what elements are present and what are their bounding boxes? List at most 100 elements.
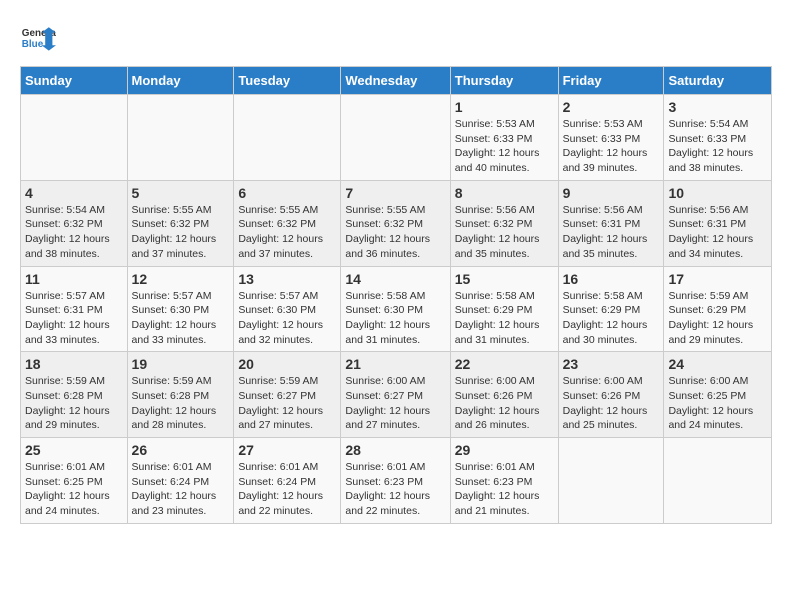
day-info: Sunrise: 5:59 AM Sunset: 6:29 PM Dayligh… [668,289,767,348]
logo: General Blue [20,20,56,56]
day-number: 24 [668,356,767,372]
day-info: Sunrise: 5:58 AM Sunset: 6:29 PM Dayligh… [455,289,554,348]
day-info: Sunrise: 5:56 AM Sunset: 6:31 PM Dayligh… [668,203,767,262]
day-info: Sunrise: 5:54 AM Sunset: 6:32 PM Dayligh… [25,203,123,262]
calendar-cell [127,95,234,181]
day-info: Sunrise: 5:57 AM Sunset: 6:30 PM Dayligh… [132,289,230,348]
calendar-cell: 27 Sunrise: 6:01 AM Sunset: 6:24 PM Dayli… [234,438,341,524]
day-info: Sunrise: 5:59 AM Sunset: 6:28 PM Dayligh… [25,374,123,433]
day-number: 7 [345,185,445,201]
day-number: 17 [668,271,767,287]
calendar-cell: 8 Sunrise: 5:56 AM Sunset: 6:32 PM Daylig… [450,180,558,266]
logo-icon: General Blue [20,20,56,56]
day-info: Sunrise: 6:01 AM Sunset: 6:25 PM Dayligh… [25,460,123,519]
calendar-cell: 25 Sunrise: 6:01 AM Sunset: 6:25 PM Dayli… [21,438,128,524]
day-info: Sunrise: 6:00 AM Sunset: 6:26 PM Dayligh… [563,374,660,433]
calendar-cell: 29Sunrise: 6:01 AM Sunset: 6:23 PM Dayli… [450,438,558,524]
calendar-cell: 17 Sunrise: 5:59 AM Sunset: 6:29 PM Dayli… [664,266,772,352]
calendar-cell: 13 Sunrise: 5:57 AM Sunset: 6:30 PM Dayli… [234,266,341,352]
day-header-tuesday: Tuesday [234,67,341,95]
day-info: Sunrise: 5:58 AM Sunset: 6:30 PM Dayligh… [345,289,445,348]
day-info: Sunrise: 5:57 AM Sunset: 6:30 PM Dayligh… [238,289,336,348]
calendar-cell [664,438,772,524]
day-info: Sunrise: 5:57 AM Sunset: 6:31 PM Dayligh… [25,289,123,348]
day-number: 25 [25,442,123,458]
day-number: 28 [345,442,445,458]
day-header-wednesday: Wednesday [341,67,450,95]
day-number: 12 [132,271,230,287]
day-number: 18 [25,356,123,372]
week-row-5: 25 Sunrise: 6:01 AM Sunset: 6:25 PM Dayli… [21,438,772,524]
day-number: 20 [238,356,336,372]
day-info: Sunrise: 5:53 AM Sunset: 6:33 PM Dayligh… [563,117,660,176]
day-number: 15 [455,271,554,287]
day-info: Sunrise: 5:55 AM Sunset: 6:32 PM Dayligh… [345,203,445,262]
calendar-cell: 11 Sunrise: 5:57 AM Sunset: 6:31 PM Dayli… [21,266,128,352]
header: General Blue [20,20,772,56]
calendar-cell: 2 Sunrise: 5:53 AM Sunset: 6:33 PM Daylig… [558,95,664,181]
calendar-cell: 4 Sunrise: 5:54 AM Sunset: 6:32 PM Daylig… [21,180,128,266]
day-number: 4 [25,185,123,201]
day-header-monday: Monday [127,67,234,95]
day-info: Sunrise: 6:00 AM Sunset: 6:27 PM Dayligh… [345,374,445,433]
calendar-cell: 21 Sunrise: 6:00 AM Sunset: 6:27 PM Dayli… [341,352,450,438]
day-header-saturday: Saturday [664,67,772,95]
day-number: 27 [238,442,336,458]
day-info: Sunrise: 5:58 AM Sunset: 6:29 PM Dayligh… [563,289,660,348]
week-row-4: 18 Sunrise: 5:59 AM Sunset: 6:28 PM Dayli… [21,352,772,438]
calendar-cell [341,95,450,181]
day-info: Sunrise: 6:00 AM Sunset: 6:26 PM Dayligh… [455,374,554,433]
day-number: 29 [455,442,554,458]
day-info: Sunrise: 5:56 AM Sunset: 6:31 PM Dayligh… [563,203,660,262]
week-row-1: 1Sunrise: 5:53 AM Sunset: 6:33 PM Daylig… [21,95,772,181]
day-info: Sunrise: 5:55 AM Sunset: 6:32 PM Dayligh… [238,203,336,262]
calendar-cell: 16 Sunrise: 5:58 AM Sunset: 6:29 PM Dayli… [558,266,664,352]
day-info: Sunrise: 5:55 AM Sunset: 6:32 PM Dayligh… [132,203,230,262]
day-info: Sunrise: 6:01 AM Sunset: 6:23 PM Dayligh… [345,460,445,519]
calendar-body: 1Sunrise: 5:53 AM Sunset: 6:33 PM Daylig… [21,95,772,524]
calendar-cell: 28 Sunrise: 6:01 AM Sunset: 6:23 PM Dayli… [341,438,450,524]
calendar-cell: 3Sunrise: 5:54 AM Sunset: 6:33 PM Daylig… [664,95,772,181]
calendar-cell: 6Sunrise: 5:55 AM Sunset: 6:32 PM Daylig… [234,180,341,266]
day-number: 23 [563,356,660,372]
day-number: 2 [563,99,660,115]
calendar-cell [21,95,128,181]
calendar-cell [558,438,664,524]
day-number: 10 [668,185,767,201]
calendar-cell: 15 Sunrise: 5:58 AM Sunset: 6:29 PM Dayli… [450,266,558,352]
day-number: 21 [345,356,445,372]
calendar-cell: 7 Sunrise: 5:55 AM Sunset: 6:32 PM Daylig… [341,180,450,266]
day-info: Sunrise: 6:01 AM Sunset: 6:24 PM Dayligh… [132,460,230,519]
day-header-sunday: Sunday [21,67,128,95]
calendar-cell: 19 Sunrise: 5:59 AM Sunset: 6:28 PM Dayli… [127,352,234,438]
day-info: Sunrise: 5:59 AM Sunset: 6:28 PM Dayligh… [132,374,230,433]
day-number: 22 [455,356,554,372]
calendar-cell: 1Sunrise: 5:53 AM Sunset: 6:33 PM Daylig… [450,95,558,181]
calendar-cell: 24 Sunrise: 6:00 AM Sunset: 6:25 PM Dayli… [664,352,772,438]
calendar-cell: 18 Sunrise: 5:59 AM Sunset: 6:28 PM Dayli… [21,352,128,438]
day-number: 13 [238,271,336,287]
day-info: Sunrise: 6:00 AM Sunset: 6:25 PM Dayligh… [668,374,767,433]
day-info: Sunrise: 5:56 AM Sunset: 6:32 PM Dayligh… [455,203,554,262]
calendar-cell: 10 Sunrise: 5:56 AM Sunset: 6:31 PM Dayli… [664,180,772,266]
calendar-cell: 22 Sunrise: 6:00 AM Sunset: 6:26 PM Dayli… [450,352,558,438]
calendar-cell: 23 Sunrise: 6:00 AM Sunset: 6:26 PM Dayli… [558,352,664,438]
day-number: 11 [25,271,123,287]
day-info: Sunrise: 5:59 AM Sunset: 6:27 PM Dayligh… [238,374,336,433]
day-info: Sunrise: 5:53 AM Sunset: 6:33 PM Dayligh… [455,117,554,176]
day-header-thursday: Thursday [450,67,558,95]
days-header-row: SundayMondayTuesdayWednesdayThursdayFrid… [21,67,772,95]
day-info: Sunrise: 6:01 AM Sunset: 6:24 PM Dayligh… [238,460,336,519]
calendar-table: SundayMondayTuesdayWednesdayThursdayFrid… [20,66,772,524]
day-number: 8 [455,185,554,201]
calendar-cell: 5Sunrise: 5:55 AM Sunset: 6:32 PM Daylig… [127,180,234,266]
week-row-3: 11 Sunrise: 5:57 AM Sunset: 6:31 PM Dayli… [21,266,772,352]
week-row-2: 4 Sunrise: 5:54 AM Sunset: 6:32 PM Daylig… [21,180,772,266]
svg-text:Blue: Blue [22,39,44,50]
day-number: 16 [563,271,660,287]
day-header-friday: Friday [558,67,664,95]
day-number: 19 [132,356,230,372]
calendar-cell: 14 Sunrise: 5:58 AM Sunset: 6:30 PM Dayli… [341,266,450,352]
day-number: 14 [345,271,445,287]
calendar-cell: 9Sunrise: 5:56 AM Sunset: 6:31 PM Daylig… [558,180,664,266]
